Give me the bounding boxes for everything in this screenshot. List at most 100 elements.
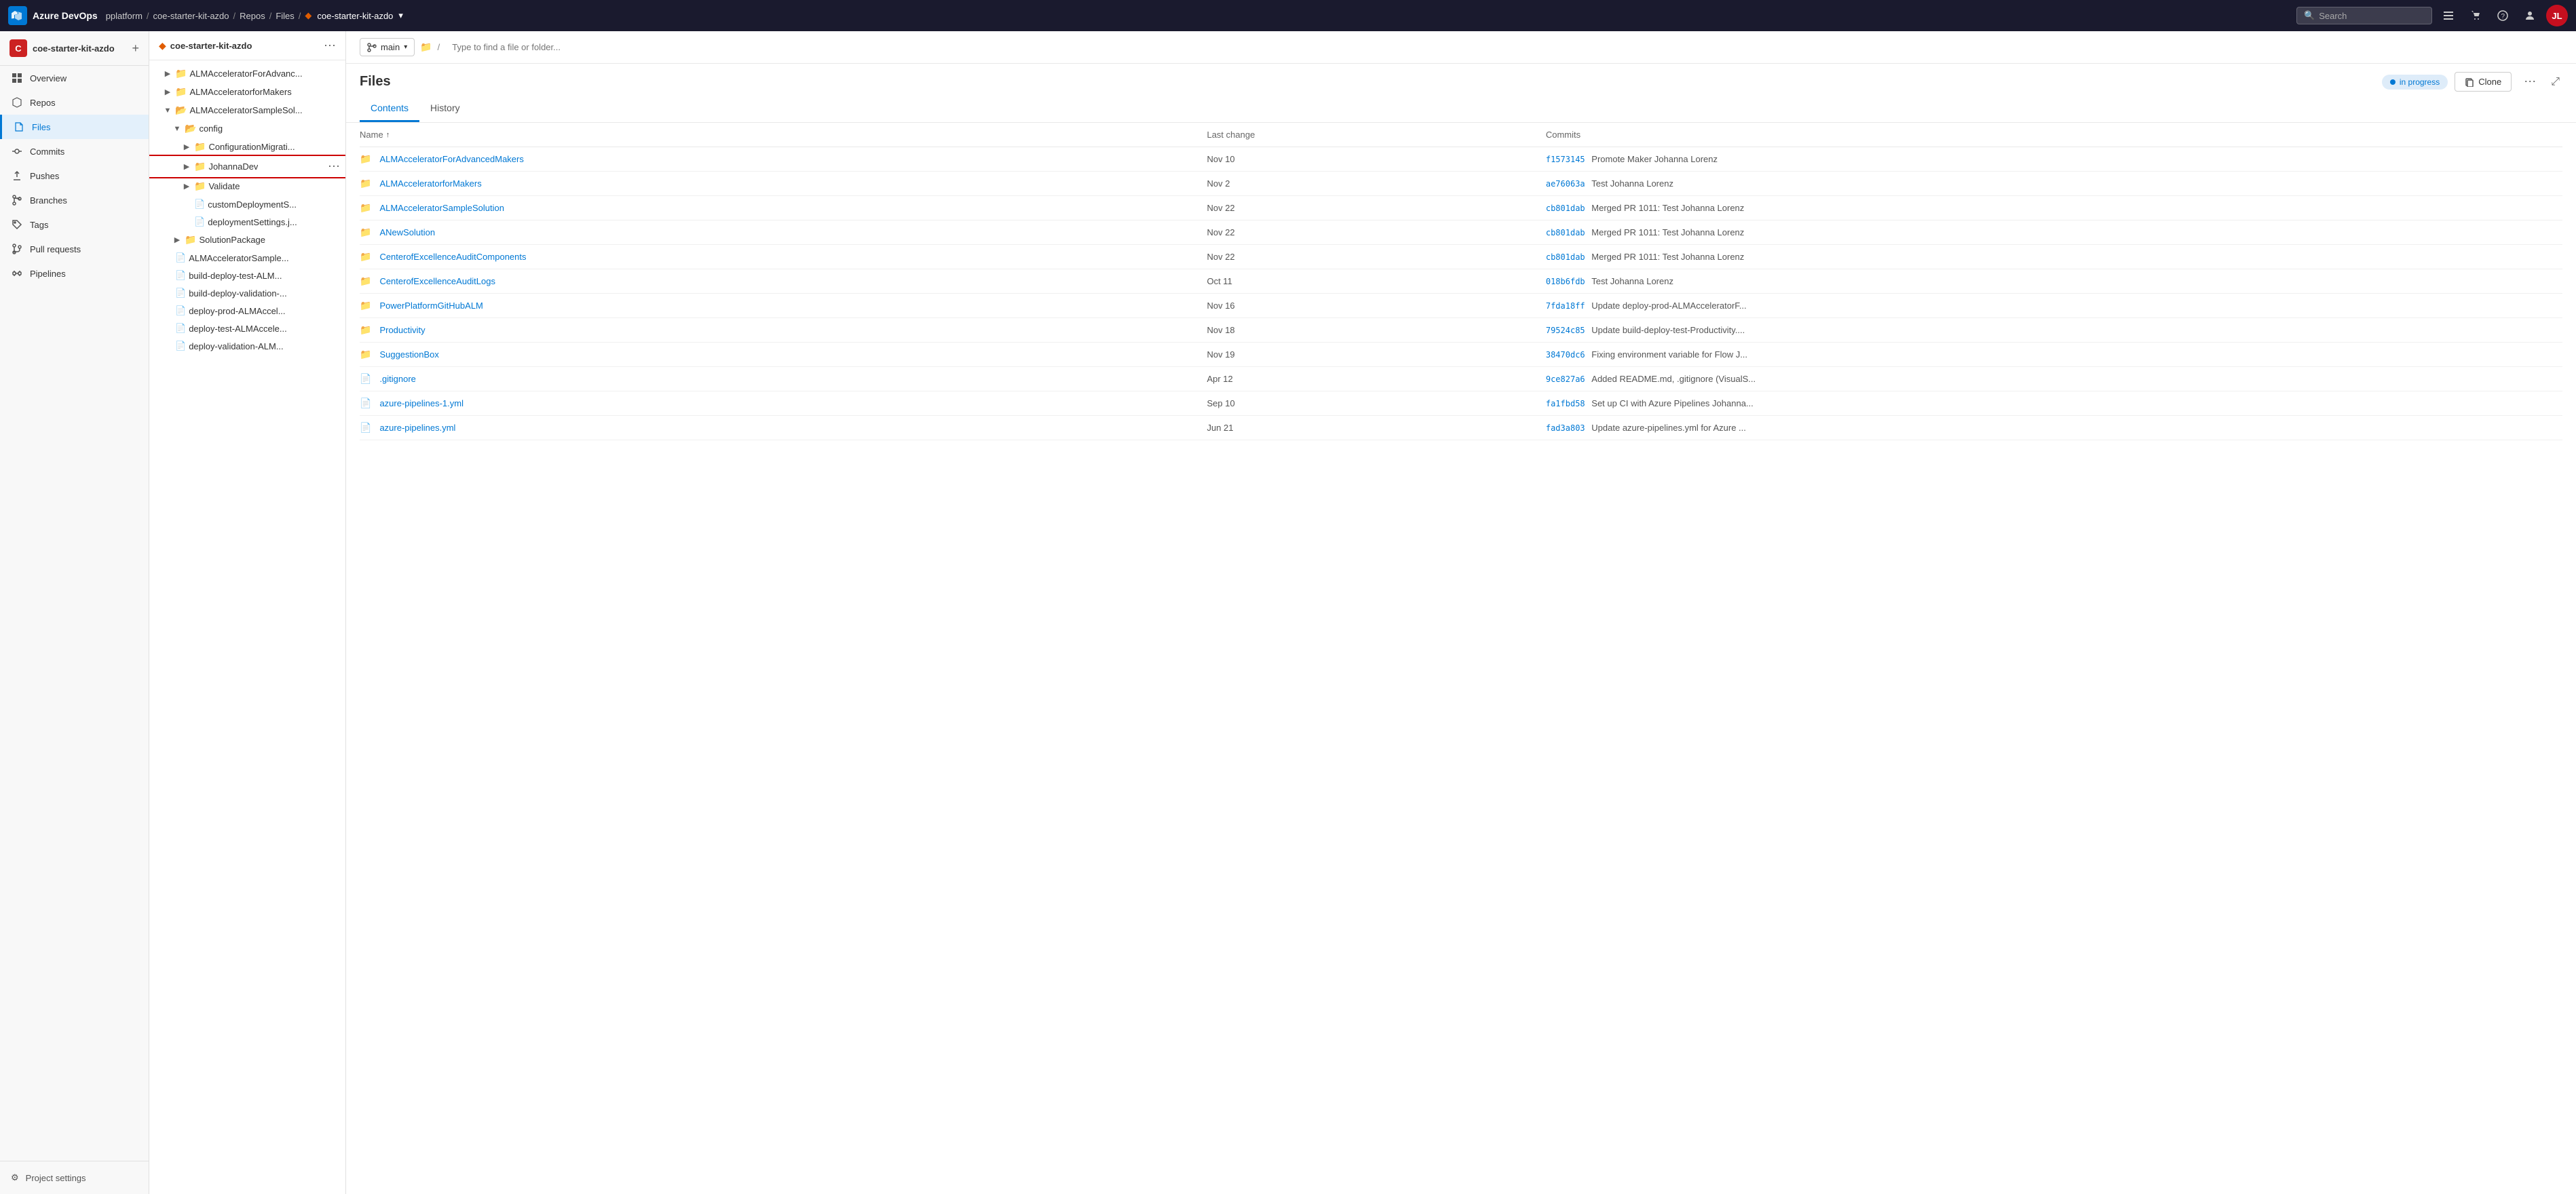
folder-icon: 📁 [175,68,187,79]
tree-item-johannadev[interactable]: ▶ 📁 JohannaDev ⋯ [149,156,345,177]
tree-item[interactable]: ▶ 📄 deploy-test-ALMAccele... [149,320,345,337]
file-name-link[interactable]: ANewSolution [379,227,435,237]
tree-item-label: deploy-test-ALMAccele... [189,324,287,334]
file-name-link[interactable]: .gitignore [379,374,415,384]
branches-icon [11,194,23,206]
sidebar-item-overview[interactable]: Overview [0,66,149,90]
chevron-right-icon: ▶ [182,162,191,171]
search-box[interactable]: 🔍 [2296,7,2432,24]
folder-open-icon: 📂 [175,104,187,116]
clone-btn[interactable]: Clone [2455,72,2512,92]
user-icon-btn[interactable] [2519,5,2541,26]
commit-message: Update azure-pipelines.yml for Azure ... [1591,423,1746,433]
file-name-cell: 📄 azure-pipelines-1.yml [360,398,1207,409]
settings-icon: ⚙ [11,1172,19,1183]
help-icon-btn[interactable]: ? [2492,5,2514,26]
last-change-cell: Apr 12 [1207,374,1545,384]
last-change-cell: Nov 10 [1207,154,1545,164]
sidebar-item-branches[interactable]: Branches [0,188,149,212]
file-name-link[interactable]: PowerPlatformGitHubALM [379,301,482,311]
tree-item[interactable]: ▶ 📁 ALMAcceleratorforMakers [149,83,345,101]
content-toolbar: main ▾ 📁 / [346,31,2576,64]
list-icon-btn[interactable] [2438,5,2459,26]
header-more-btn[interactable]: ⋯ [2518,72,2541,92]
file-name-link[interactable]: SuggestionBox [379,349,438,360]
commit-hash-link[interactable]: cb801dab [1546,252,1585,262]
search-icon: 🔍 [2304,10,2315,21]
tab-contents[interactable]: Contents [360,97,419,122]
tree-item-more-btn[interactable]: ⋯ [328,159,340,174]
tab-history[interactable]: History [419,97,471,122]
project-settings-btn[interactable]: ⚙ Project settings [0,1167,149,1189]
file-name-link[interactable]: CenterofExcellenceAuditComponents [379,252,526,262]
file-name-link[interactable]: ALMAcceleratorSampleSolution [379,203,504,213]
commit-hash-link[interactable]: cb801dab [1546,228,1585,237]
col-name-header[interactable]: Name ↑ [360,130,1207,140]
tree-item[interactable]: ▶ 📁 ALMAcceleratorForAdvanc... [149,64,345,83]
tree-item-label: build-deploy-test-ALM... [189,271,282,281]
commit-hash-link[interactable]: 018b6fdb [1546,277,1585,286]
commit-hash-link[interactable]: 9ce827a6 [1546,374,1585,384]
last-change-cell: Jun 21 [1207,423,1545,433]
breadcrumb-current[interactable]: ◆ coe-starter-kit-azdo ▾ [305,10,403,21]
tree-item[interactable]: ▼ 📂 ALMAcceleratorSampleSol... [149,101,345,119]
commit-hash-link[interactable]: f1573145 [1546,155,1585,164]
file-tree-panel: ◆ coe-starter-kit-azdo ⋯ ▶ 📁 ALMAccelera… [149,31,346,1194]
commit-hash-link[interactable]: 79524c85 [1546,326,1585,335]
table-row: 📄 azure-pipelines.yml Jun 21 fad3a803 Up… [360,416,2562,440]
tree-item[interactable]: ▶ 📁 Validate [149,177,345,195]
file-name-link[interactable]: azure-pipelines-1.yml [379,398,463,408]
tree-item[interactable]: ▶ 📄 build-deploy-validation-... [149,284,345,302]
commit-hash-link[interactable]: ae76063a [1546,179,1585,189]
sidebar-item-files[interactable]: Files [0,115,149,139]
add-project-btn[interactable]: + [132,41,139,56]
commit-hash-link[interactable]: cb801dab [1546,204,1585,213]
tree-item[interactable]: ▶ 📁 ConfigurationMigrati... [149,138,345,156]
chevron-right-icon: ▶ [172,235,182,244]
file-name-link[interactable]: azure-pipelines.yml [379,423,455,433]
expand-btn[interactable]: ⤢ [2548,73,2562,91]
tree-item[interactable]: ▶ 📄 customDeploymentS... [149,195,345,213]
sidebar-item-pullrequests[interactable]: Pull requests [0,237,149,261]
org-icon: C [10,39,27,57]
sidebar-item-pushes[interactable]: Pushes [0,163,149,188]
tree-item-label: ALMAcceleratorSample... [189,253,288,263]
cart-icon-btn[interactable] [2465,5,2486,26]
tree-item[interactable]: ▶ 📄 deploy-prod-ALMAccel... [149,302,345,320]
file-name-link[interactable]: Productivity [379,325,425,335]
path-input[interactable] [445,39,2562,56]
file-name-link[interactable]: ALMAcceleratorforMakers [379,178,481,189]
commit-hash-link[interactable]: fa1fbd58 [1546,399,1585,408]
breadcrumb-files[interactable]: Files [276,11,294,21]
breadcrumb-pplatform[interactable]: pplatform [106,11,143,21]
search-input[interactable] [2319,11,2414,21]
breadcrumb-repo[interactable]: coe-starter-kit-azdo [153,11,229,21]
tree-item[interactable]: ▶ 📄 deploymentSettings.j... [149,213,345,231]
folder-icon: 📁 [175,86,187,98]
sidebar-item-repos[interactable]: Repos [0,90,149,115]
table-row: 📁 CenterofExcellenceAuditComponents Nov … [360,245,2562,269]
tree-item[interactable]: ▶ 📁 SolutionPackage [149,231,345,249]
table-row: 📁 CenterofExcellenceAuditLogs Oct 11 018… [360,269,2562,294]
tree-more-btn[interactable]: ⋯ [324,39,336,52]
breadcrumb-repos[interactable]: Repos [240,11,265,21]
file-name-link[interactable]: CenterofExcellenceAuditLogs [379,276,495,286]
folder-icon: 📁 [360,153,371,165]
commits-cell: ae76063a Test Johanna Lorenz [1546,178,2562,189]
sidebar-item-pipelines[interactable]: Pipelines [0,261,149,286]
in-progress-badge: in progress [2382,75,2448,90]
sidebar-item-commits[interactable]: Commits [0,139,149,163]
tree-item[interactable]: ▶ 📄 build-deploy-test-ALM... [149,267,345,284]
commit-hash-link[interactable]: 38470dc6 [1546,350,1585,360]
commit-hash-link[interactable]: 7fda18ff [1546,301,1585,311]
file-name-cell: 📁 CenterofExcellenceAuditComponents [360,251,1207,263]
logo-area[interactable]: Azure DevOps [8,6,98,25]
file-name-link[interactable]: ALMAcceleratorForAdvancedMakers [379,154,523,164]
branch-selector-btn[interactable]: main ▾ [360,38,415,56]
tree-item[interactable]: ▶ 📄 ALMAcceleratorSample... [149,249,345,267]
sidebar-item-tags[interactable]: Tags [0,212,149,237]
tree-item[interactable]: ▶ 📄 deploy-validation-ALM... [149,337,345,355]
tree-item[interactable]: ▼ 📂 config [149,119,345,138]
avatar[interactable]: JL [2546,5,2568,26]
commit-hash-link[interactable]: fad3a803 [1546,423,1585,433]
